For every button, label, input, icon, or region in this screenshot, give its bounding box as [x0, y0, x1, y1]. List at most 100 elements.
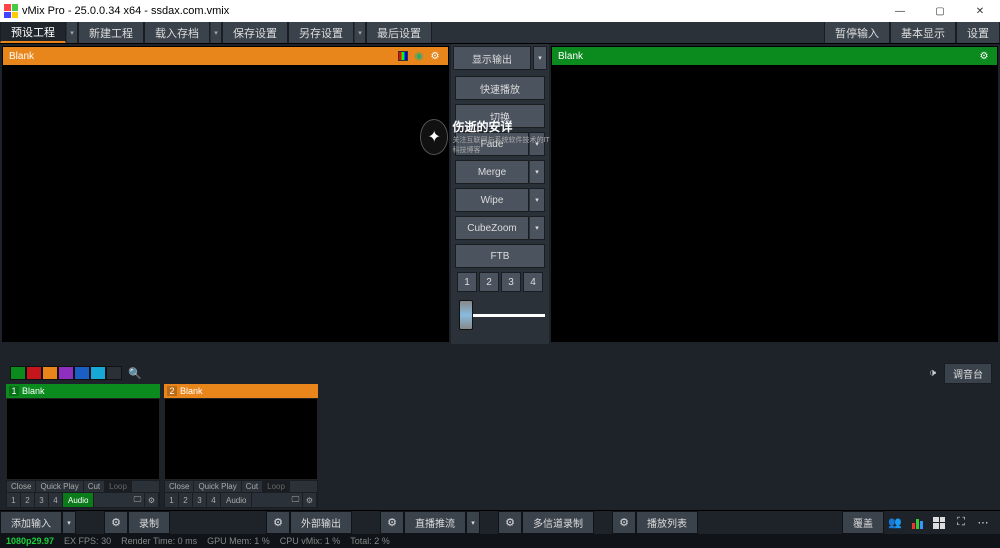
input-ov1-button[interactable]: 1 [165, 493, 179, 507]
search-icon[interactable]: 🔍 [126, 367, 144, 380]
category-swatch[interactable] [90, 366, 106, 380]
maximize-button[interactable]: ▢ [920, 0, 960, 22]
save-as-button[interactable]: 另存设置 [288, 22, 354, 43]
input-ov2-button[interactable]: 2 [179, 493, 193, 507]
grid-icon[interactable] [929, 515, 949, 531]
fade-dropdown[interactable]: ▾ [529, 132, 545, 156]
cubezoom-button[interactable]: CubeZoom [455, 216, 529, 240]
stream-button[interactable]: 直播推流 [404, 511, 466, 534]
input-tile[interactable]: 1BlankCloseQuick PlayCutLoop1234Audio🖵⚙ [6, 384, 160, 508]
input-ov4-button[interactable]: 4 [49, 493, 63, 507]
category-swatch[interactable] [106, 366, 122, 380]
preset-project-dropdown[interactable]: ▾ [66, 22, 78, 43]
multicorder-gear-icon[interactable]: ⚙ [498, 511, 522, 534]
preset-project-button[interactable]: 预设工程 [0, 22, 66, 43]
pause-input-button[interactable]: 暂停输入 [824, 22, 890, 43]
status-gpu: GPU Mem: 1 % [207, 536, 270, 546]
add-input-dropdown[interactable]: ▾ [62, 511, 76, 534]
speaker-icon[interactable]: 🕩 [929, 367, 936, 380]
last-settings-button[interactable]: 最后设置 [366, 22, 432, 43]
main-row: Blank ◉ ⚙ 显示输出 ▾ 快速播放 切换 Fade▾ Merge▾ Wi… [0, 44, 1000, 344]
fullscreen-icon[interactable]: ⛶ [951, 515, 971, 531]
overlay-button[interactable]: 覆盖 [842, 511, 884, 534]
preview-gear-icon[interactable]: ⚙ [428, 49, 442, 63]
input-tile-video[interactable] [164, 398, 318, 480]
audio-mixer-button[interactable]: 调音台 [944, 363, 992, 384]
input-ov4-button[interactable]: 4 [207, 493, 221, 507]
load-save-dropdown[interactable]: ▾ [210, 22, 222, 43]
settings-button[interactable]: 设置 [956, 22, 1000, 43]
minimize-button[interactable]: ― [880, 0, 920, 22]
input-ov2-button[interactable]: 2 [21, 493, 35, 507]
input-cut-button[interactable]: Cut [84, 481, 105, 492]
wipe-button[interactable]: Wipe [455, 188, 529, 212]
display-output-button[interactable]: 显示输出 [453, 46, 531, 70]
record-gear-icon[interactable]: ⚙ [104, 511, 128, 534]
playlist-button[interactable]: 播放列表 [636, 511, 698, 534]
output-gear-icon[interactable]: ⚙ [977, 49, 991, 63]
close-window-button[interactable]: ✕ [960, 0, 1000, 22]
overlay-2-button[interactable]: 2 [479, 272, 499, 292]
input-quickplay-button[interactable]: Quick Play [194, 481, 241, 492]
load-save-button[interactable]: 载入存档 [144, 22, 210, 43]
merge-button[interactable]: Merge [455, 160, 529, 184]
external-gear-icon[interactable]: ⚙ [266, 511, 290, 534]
input-close-button[interactable]: Close [7, 481, 36, 492]
multicorder-button[interactable]: 多信道录制 [522, 511, 594, 534]
output-video[interactable] [552, 65, 997, 341]
more-icon[interactable]: ⋯ [973, 515, 993, 531]
merge-dropdown[interactable]: ▾ [529, 160, 545, 184]
input-ov3-button[interactable]: 3 [193, 493, 207, 507]
input-audio-button[interactable]: Audio [221, 493, 252, 507]
status-fps: EX FPS: 30 [64, 536, 111, 546]
new-project-button[interactable]: 新建工程 [78, 22, 144, 43]
ftb-button[interactable]: FTB [455, 244, 545, 268]
t-bar[interactable] [455, 300, 545, 330]
category-swatch[interactable] [10, 366, 26, 380]
fade-button[interactable]: Fade [455, 132, 529, 156]
input-ov1-button[interactable]: 1 [7, 493, 21, 507]
input-tile[interactable]: 2BlankCloseQuick PlayCutLoop1234Audio🖵⚙ [164, 384, 318, 508]
input-cut-button[interactable]: Cut [242, 481, 263, 492]
category-swatch[interactable] [58, 366, 74, 380]
category-swatch[interactable] [74, 366, 90, 380]
cut-button[interactable]: 切换 [455, 104, 545, 128]
overlay-1-button[interactable]: 1 [457, 272, 477, 292]
category-swatch[interactable] [42, 366, 58, 380]
levels-icon[interactable] [907, 515, 927, 531]
input-quickplay-button[interactable]: Quick Play [36, 481, 83, 492]
external-output-button[interactable]: 外部输出 [290, 511, 352, 534]
overlay-4-button[interactable]: 4 [523, 272, 543, 292]
input-loop-button[interactable]: Loop [105, 481, 132, 492]
input-audio-button[interactable]: Audio [63, 493, 94, 507]
display-output-dropdown[interactable]: ▾ [533, 46, 547, 70]
add-input-button[interactable]: 添加输入 [0, 511, 62, 534]
input-gear-icon[interactable]: ⚙ [145, 493, 159, 507]
window-title: vMix Pro - 25.0.0.34 x64 - ssdax.com.vmi… [22, 5, 229, 17]
input-tile-video[interactable] [6, 398, 160, 480]
wipe-dropdown[interactable]: ▾ [529, 188, 545, 212]
stream-dropdown[interactable]: ▾ [466, 511, 480, 534]
preview-colorbars-icon[interactable] [396, 49, 410, 63]
playlist-gear-icon[interactable]: ⚙ [612, 511, 636, 534]
category-palette[interactable] [10, 366, 122, 380]
preview-color-icon[interactable]: ◉ [412, 49, 426, 63]
quickplay-button[interactable]: 快速播放 [455, 76, 545, 100]
input-loop-button[interactable]: Loop [263, 481, 290, 492]
record-button[interactable]: 录制 [128, 511, 170, 534]
overlay-3-button[interactable]: 3 [501, 272, 521, 292]
cubezoom-dropdown[interactable]: ▾ [529, 216, 545, 240]
input-ov3-button[interactable]: 3 [35, 493, 49, 507]
save-settings-button[interactable]: 保存设置 [222, 22, 288, 43]
input-close-button[interactable]: Close [165, 481, 194, 492]
input-monitor-icon[interactable]: 🖵 [289, 493, 303, 507]
preview-label: Blank [9, 51, 34, 62]
category-swatch[interactable] [26, 366, 42, 380]
input-monitor-icon[interactable]: 🖵 [131, 493, 145, 507]
people-icon[interactable]: 👥 [885, 515, 905, 531]
basic-display-button[interactable]: 基本显示 [890, 22, 956, 43]
preview-video[interactable] [3, 65, 448, 341]
stream-gear-icon[interactable]: ⚙ [380, 511, 404, 534]
input-gear-icon[interactable]: ⚙ [303, 493, 317, 507]
save-as-dropdown[interactable]: ▾ [354, 22, 366, 43]
